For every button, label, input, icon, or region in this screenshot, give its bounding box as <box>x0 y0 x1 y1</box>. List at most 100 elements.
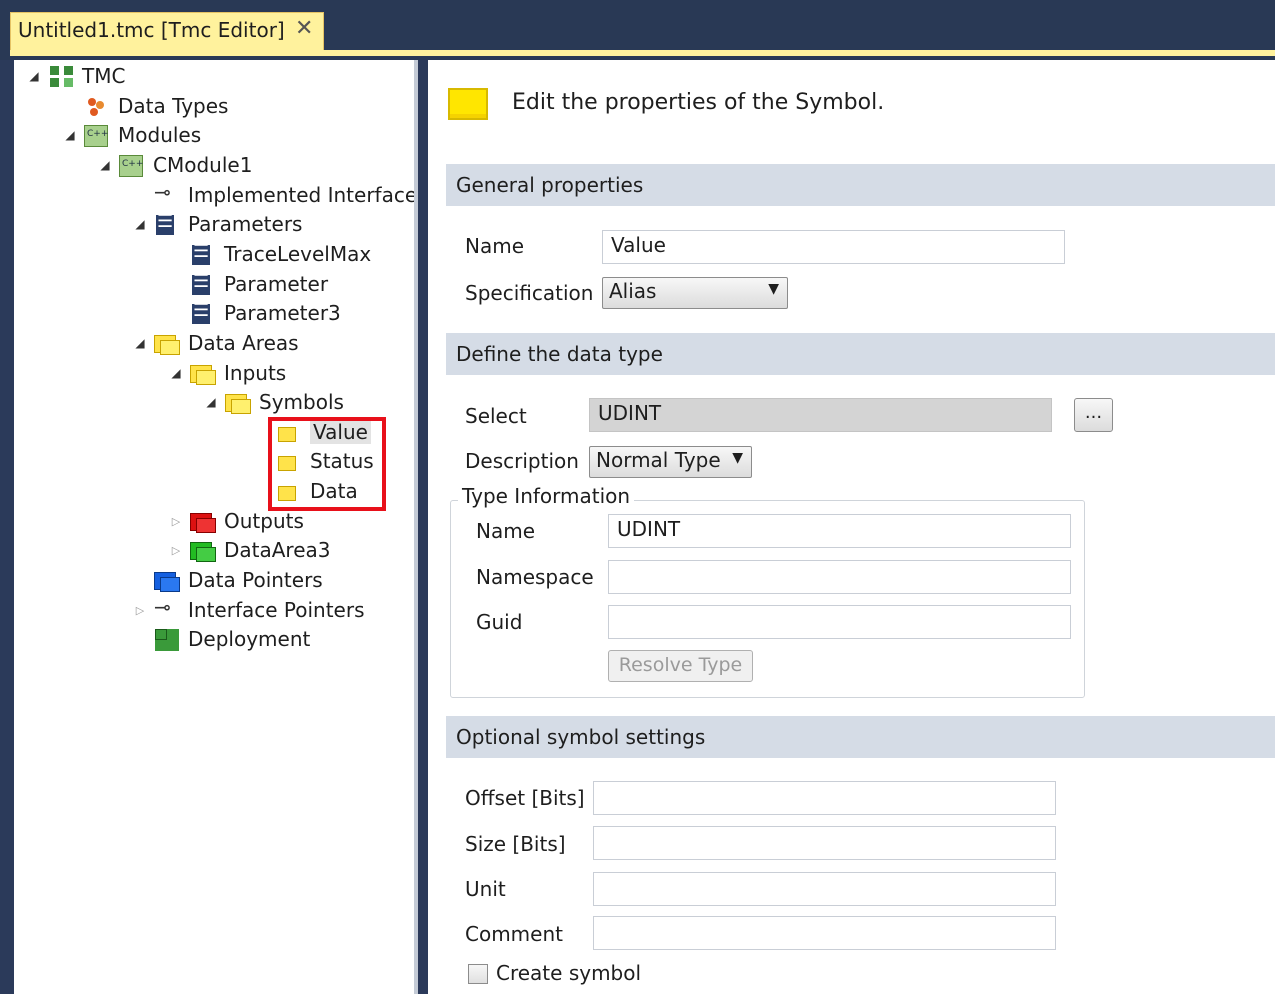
tmc-icon <box>46 63 74 89</box>
tree-item-parameter3[interactable]: Parameter3 <box>168 298 341 328</box>
tree-item-label: Implemented Interfaces <box>188 183 418 207</box>
unit-label: Unit <box>465 877 506 901</box>
tree-item-label: DataArea3 <box>224 538 331 562</box>
folder-blue-icon <box>152 567 180 593</box>
comment-field[interactable] <box>593 916 1056 950</box>
section-title: Define the data type <box>456 342 663 366</box>
cpp-module-icon <box>117 152 145 178</box>
create-symbol-checkbox[interactable] <box>468 964 488 984</box>
typeinfo-name-field[interactable]: UDINT <box>608 514 1071 548</box>
chevron-down-icon: ▼ <box>768 281 779 297</box>
tree-item-parameters[interactable]: Parameters <box>132 209 302 239</box>
tree-item-cmodule1[interactable]: CModule1 <box>97 150 252 180</box>
specification-label: Specification <box>465 281 594 305</box>
tree-item-label: Data <box>310 479 358 503</box>
data-types-icon <box>82 93 110 119</box>
symbol-icon <box>448 88 488 120</box>
collapse-icon[interactable] <box>168 366 184 380</box>
namespace-label: Namespace <box>476 565 594 589</box>
name-field[interactable]: Value <box>602 230 1065 264</box>
general-properties-header: General properties <box>446 164 1275 206</box>
offset-label: Offset [Bits] <box>465 786 585 810</box>
folder-green-icon <box>188 537 216 563</box>
tree-item-status[interactable]: Status <box>254 446 374 476</box>
tree-item-outputs[interactable]: Outputs <box>168 506 304 536</box>
section-title: General properties <box>456 173 644 197</box>
tree-item-label: Symbols <box>259 390 344 414</box>
tree-item-data[interactable]: Data <box>254 476 358 506</box>
document-tab[interactable]: Untitled1.tmc [Tmc Editor] ✕ <box>10 12 324 50</box>
tree-item-label: Deployment <box>188 627 311 651</box>
guid-field[interactable] <box>608 605 1071 639</box>
tree-item-data-pointers[interactable]: Data Pointers <box>132 565 323 595</box>
tree-item-dataarea3[interactable]: DataArea3 <box>168 535 331 565</box>
tree-item-data-types[interactable]: Data Types <box>62 91 228 121</box>
tab-underline <box>10 50 1275 56</box>
tree-item-parameter[interactable]: Parameter <box>168 269 328 299</box>
tree-item-implemented-interfaces[interactable]: Implemented Interfaces <box>132 180 418 210</box>
tree-item-interface-pointers[interactable]: Interface Pointers <box>132 595 365 625</box>
symbol-properties-pane: Edit the properties of the Symbol. Gener… <box>428 60 1275 994</box>
collapse-icon[interactable] <box>97 158 113 172</box>
document-tab-strip: Untitled1.tmc [Tmc Editor] ✕ <box>0 0 1275 60</box>
size-label: Size [Bits] <box>465 832 566 856</box>
offset-field[interactable] <box>593 781 1056 815</box>
tree-item-label: Data Areas <box>188 331 299 355</box>
tree-item-label: Data Pointers <box>188 568 323 592</box>
symbol-icon <box>274 419 302 445</box>
tree-item-data-areas[interactable]: Data Areas <box>132 328 299 358</box>
collapse-icon[interactable] <box>26 69 42 83</box>
tree-item-label: Parameter <box>224 272 329 296</box>
description-value: Normal Type <box>596 448 721 472</box>
namespace-field[interactable] <box>608 560 1071 594</box>
section-title: Optional symbol settings <box>456 725 706 749</box>
tmc-tree-view[interactable]: TMC Data Types Modules CModule1 Implemen… <box>14 60 418 994</box>
name-label: Name <box>465 234 525 258</box>
size-field[interactable] <box>593 826 1056 860</box>
unit-field[interactable] <box>593 872 1056 906</box>
close-icon[interactable]: ✕ <box>295 16 313 41</box>
resolve-type-button[interactable]: Resolve Type <box>608 650 753 682</box>
tree-item-tmc[interactable]: TMC <box>26 61 125 91</box>
tree-item-inputs[interactable]: Inputs <box>168 358 286 388</box>
interface-pointer-icon <box>152 595 180 623</box>
tree-item-label: Parameter3 <box>224 301 341 325</box>
tree-item-label: Inputs <box>224 361 287 385</box>
select-label: Select <box>465 404 527 428</box>
collapse-icon[interactable] <box>62 128 78 142</box>
collapse-icon[interactable] <box>132 336 148 350</box>
parameter-icon <box>188 300 216 326</box>
folder-yellow-icon <box>188 360 216 386</box>
tree-item-modules[interactable]: Modules <box>62 120 201 150</box>
parameter-icon <box>188 271 216 297</box>
expand-icon[interactable] <box>168 543 184 557</box>
tree-item-label: Status <box>310 449 374 473</box>
collapse-icon[interactable] <box>132 217 148 231</box>
expand-icon[interactable] <box>132 603 148 617</box>
create-symbol-label: Create symbol <box>496 961 642 985</box>
interface-icon <box>152 180 180 208</box>
symbol-icon <box>274 448 302 474</box>
tree-item-label: TMC <box>82 64 126 88</box>
pane-splitter[interactable] <box>418 60 428 994</box>
tree-item-tracelevelmax[interactable]: TraceLevelMax <box>168 239 371 269</box>
description-dropdown[interactable]: Normal Type ▼ <box>589 446 752 478</box>
tree-item-label: Modules <box>118 123 202 147</box>
tree-item-label: Data Types <box>118 94 229 118</box>
browse-type-button[interactable]: ... <box>1074 398 1113 432</box>
tree-item-symbols[interactable]: Symbols <box>203 387 344 417</box>
folder-yellow-icon <box>152 330 180 356</box>
page-title: Edit the properties of the Symbol. <box>512 90 885 115</box>
folder-red-icon <box>188 508 216 534</box>
guid-label: Guid <box>476 610 523 634</box>
expand-icon[interactable] <box>168 514 184 528</box>
tree-item-value[interactable]: Value <box>254 417 371 447</box>
select-type-field: UDINT <box>589 398 1052 432</box>
define-data-type-header: Define the data type <box>446 333 1275 375</box>
collapse-icon[interactable] <box>203 395 219 409</box>
comment-label: Comment <box>465 922 563 946</box>
specification-value: Alias <box>609 279 657 303</box>
tree-item-deployment[interactable]: Deployment <box>132 624 310 654</box>
specification-dropdown[interactable]: Alias ▼ <box>602 277 788 309</box>
folder-yellow-icon <box>223 389 251 415</box>
